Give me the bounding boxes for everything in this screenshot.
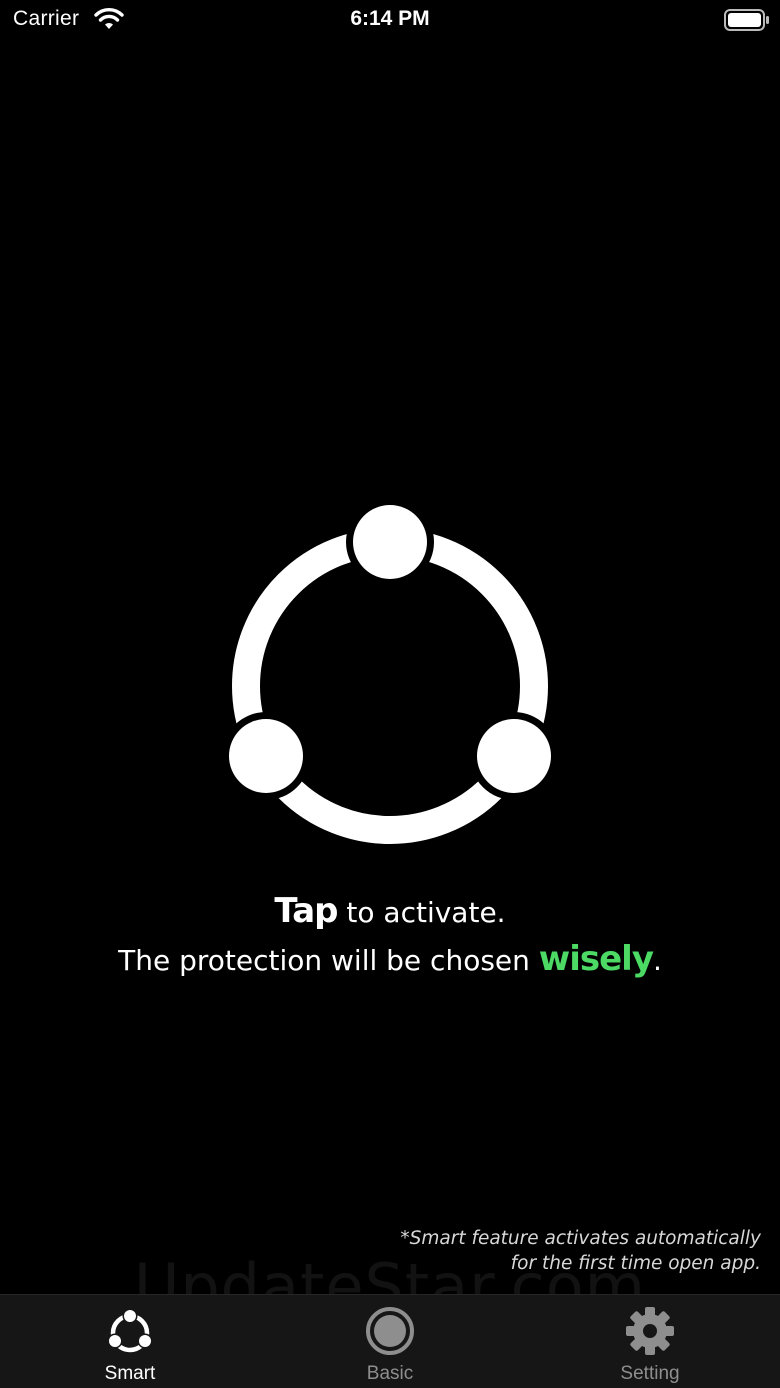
tagline-rest: to activate. [337, 896, 506, 929]
tagline-line-1: Tap to activate. [0, 888, 780, 936]
tab-bar: Smart Basic Setting [0, 1294, 780, 1388]
smart-footnote: *Smart feature activates automatically f… [400, 1226, 761, 1276]
tagline-end: . [652, 944, 662, 977]
activation-tagline: Tap to activate. The protection will be … [0, 888, 780, 984]
smart-network-icon [107, 1308, 153, 1353]
tap-word: Tap [274, 891, 338, 931]
tab-smart-label: Smart [104, 1363, 156, 1384]
smart-network-icon[interactable] [228, 504, 552, 844]
footnote-line-1: *Smart feature activates automatically [400, 1228, 761, 1249]
footnote-line-2: for the first time open app. [510, 1253, 761, 1274]
gear-icon [626, 1307, 674, 1355]
wisely-word: wisely [538, 939, 654, 979]
tagline-start: The protection will be chosen [118, 944, 539, 977]
tab-setting[interactable]: Setting [520, 1295, 780, 1388]
tab-smart[interactable]: Smart [0, 1295, 260, 1388]
tab-basic-label: Basic [366, 1363, 414, 1384]
tagline-line-2: The protection will be chosen wisely. [0, 936, 780, 984]
tab-basic[interactable]: Basic [260, 1295, 520, 1388]
tab-setting-label: Setting [620, 1363, 680, 1384]
record-icon [366, 1307, 414, 1355]
clock: 6:14 PM [350, 7, 430, 30]
status-bar: Carrier 6:14 PM [0, 0, 780, 40]
battery-icon [724, 9, 769, 31]
